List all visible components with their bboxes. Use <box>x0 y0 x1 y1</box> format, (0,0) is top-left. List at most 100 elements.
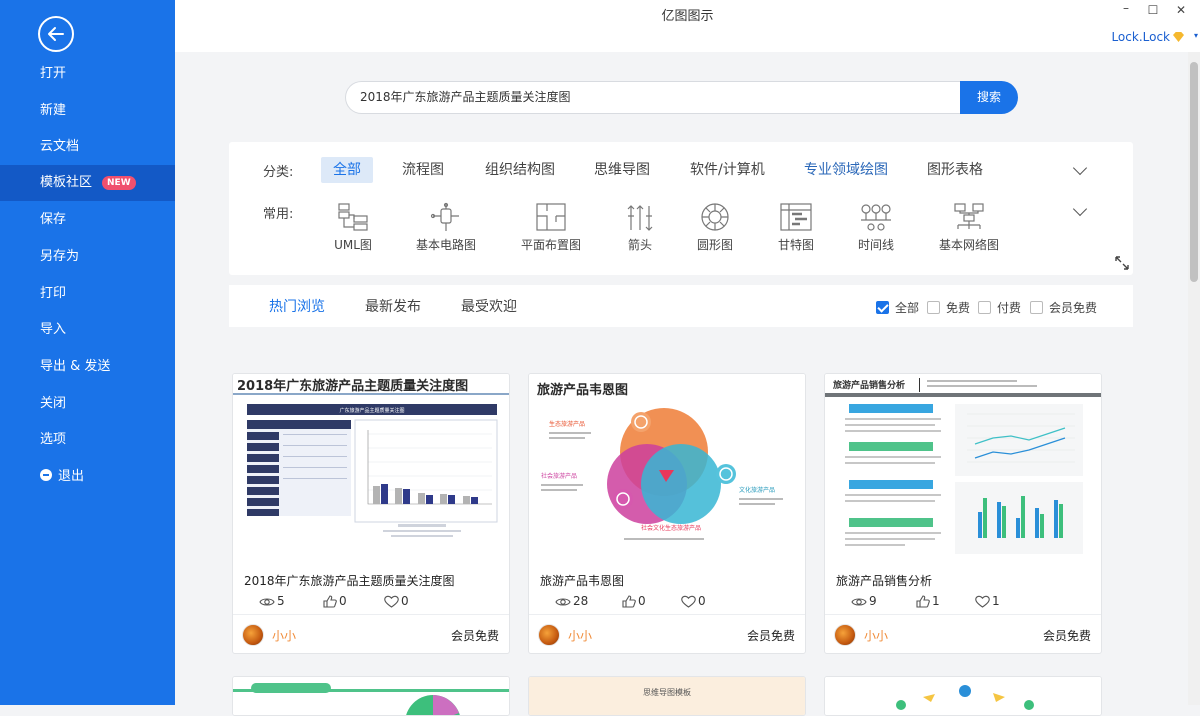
filter-label: 付费 <box>997 301 1022 315</box>
sidebar-item-template-community[interactable]: 模板社区 NEW <box>0 165 175 201</box>
common-item-uml[interactable]: UML图 <box>308 202 398 253</box>
template-card[interactable]: 旅游产品销售分析 旅游产品销售分析 9 1 1 小小 会员免费 <box>824 373 1102 654</box>
search-input[interactable]: 2018年广东旅游产品主题质量关注度图 <box>345 81 960 114</box>
common-item-circle-chart[interactable]: 圆形图 <box>670 202 760 253</box>
author-name[interactable]: 小小 <box>568 627 592 644</box>
tab-favorite[interactable]: 最受欢迎 <box>461 296 517 316</box>
sidebar-item-label: 关闭 <box>40 396 67 411</box>
arrow-left-icon <box>48 27 64 41</box>
chevron-down-icon[interactable] <box>1072 160 1088 176</box>
search-button[interactable]: 搜索 <box>960 81 1018 114</box>
common-item-label: 基本电路图 <box>415 238 476 252</box>
circle-chart-icon <box>701 203 729 231</box>
tab-graphic-table[interactable]: 图形表格 <box>927 157 983 183</box>
filter-paid[interactable]: 付费 <box>978 299 1021 316</box>
favorites[interactable]: 1 <box>975 594 1000 608</box>
caret-down-icon[interactable]: ▾ <box>1194 31 1198 40</box>
template-card[interactable] <box>824 676 1102 716</box>
favorites[interactable]: 0 <box>681 594 706 608</box>
close-icon[interactable]: ✕ <box>1173 3 1189 17</box>
template-thumbnail[interactable]: 旅游产品销售分析 <box>825 374 1101 566</box>
thumbnail-title: 旅游产品韦恩图 <box>537 382 628 398</box>
sidebar-item-exit[interactable]: 退出 <box>0 459 175 495</box>
card-title[interactable]: 2018年广东旅游产品主题质量关注度图 <box>244 572 455 589</box>
title-bar: 亿图图示 – ☐ ✕ Lock.Lock ▾ <box>175 0 1200 52</box>
card-title[interactable]: 旅游产品销售分析 <box>836 572 932 589</box>
card-title[interactable]: 旅游产品韦恩图 <box>540 572 624 589</box>
sidebar-item-label: 模板社区 <box>40 175 93 190</box>
template-thumbnail[interactable]: 2018年广东旅游产品主题质量关注度图 广东旅游产品主题质量关注图 <box>233 374 509 566</box>
common-item-network[interactable]: 基本网络图 <box>924 202 1014 253</box>
author-name[interactable]: 小小 <box>272 627 296 644</box>
common-item-floor-plan[interactable]: 平面布置图 <box>506 202 596 253</box>
card-stats: 5 0 0 <box>259 594 499 610</box>
user-account[interactable]: Lock.Lock <box>1111 30 1184 44</box>
category-panel: 分类: 全部 流程图 组织结构图 思维导图 软件/计算机 专业领域绘图 图形表格… <box>229 142 1133 275</box>
sidebar-item-options[interactable]: 选项 <box>0 422 175 458</box>
sidebar-item-save[interactable]: 保存 <box>0 202 175 238</box>
common-label: 常用: <box>263 207 294 222</box>
checkbox-checked-icon <box>876 301 889 314</box>
tab-org-chart[interactable]: 组织结构图 <box>485 157 555 183</box>
likes[interactable]: 1 <box>916 594 940 608</box>
sidebar-item-export-send[interactable]: 导出 & 发送 <box>0 349 175 385</box>
minimize-icon[interactable]: – <box>1118 1 1134 15</box>
thumbnail-title: 思维导图模板 <box>643 687 691 697</box>
maximize-icon[interactable]: ☐ <box>1145 3 1161 17</box>
template-card[interactable]: 2018年广东旅游产品主题质量关注度图 广东旅游产品主题质量关注图 2018年广… <box>232 373 510 654</box>
sidebar-item-label: 打印 <box>40 286 67 301</box>
tab-all[interactable]: 全部 <box>321 157 373 183</box>
filter-all[interactable]: 全部 <box>876 299 919 316</box>
eye-icon <box>851 598 867 606</box>
author-name[interactable]: 小小 <box>864 627 888 644</box>
sidebar-item-cloud-docs[interactable]: 云文档 <box>0 129 175 165</box>
like-count: 0 <box>339 594 347 608</box>
tab-popular[interactable]: 热门浏览 <box>269 296 325 316</box>
sidebar-item-print[interactable]: 打印 <box>0 276 175 312</box>
likes[interactable]: 0 <box>323 594 347 608</box>
expand-icon[interactable] <box>1115 256 1129 270</box>
template-thumbnail[interactable]: 旅游产品韦恩图 生态旅游产品 社会旅游产品 文化旅游产品 社会文化生态旅游产品 <box>529 374 805 566</box>
template-card[interactable]: 思维导图模板 <box>528 676 806 716</box>
scrollbar[interactable] <box>1188 52 1200 705</box>
sidebar-item-import[interactable]: 导入 <box>0 312 175 348</box>
back-button[interactable] <box>38 16 74 52</box>
thumbnail-subtitle: 广东旅游产品主题质量关注图 <box>339 407 404 414</box>
sidebar-item-label: 打开 <box>40 66 67 81</box>
sidebar-item-close[interactable]: 关闭 <box>0 386 175 422</box>
filter-label: 会员免费 <box>1049 301 1098 315</box>
common-item-circuit[interactable]: 基本电路图 <box>401 202 491 253</box>
sidebar-item-label: 云文档 <box>40 139 80 154</box>
like-count: 0 <box>638 594 646 608</box>
chevron-down-icon[interactable] <box>1072 201 1088 217</box>
avatar[interactable] <box>834 624 856 646</box>
common-item-label: 时间线 <box>857 238 894 252</box>
tab-flowchart[interactable]: 流程图 <box>402 157 444 183</box>
checkbox-icon <box>927 301 940 314</box>
sidebar-item-save-as[interactable]: 另存为 <box>0 239 175 275</box>
tab-latest[interactable]: 最新发布 <box>365 296 421 316</box>
views: 28 <box>555 594 588 608</box>
likes[interactable]: 0 <box>622 594 646 608</box>
thumbs-up-icon <box>916 595 930 608</box>
thumbnail-image <box>233 677 509 715</box>
sidebar-item-new[interactable]: 新建 <box>0 93 175 129</box>
venn-label: 文化旅游产品 <box>739 486 775 494</box>
avatar[interactable] <box>538 624 560 646</box>
venn-label: 社会文化生态旅游产品 <box>641 524 701 532</box>
favorites[interactable]: 0 <box>384 594 409 608</box>
sidebar-item-label: 另存为 <box>40 249 80 264</box>
tab-professional[interactable]: 专业领域绘图 <box>804 157 888 183</box>
template-card[interactable]: 旅游产品韦恩图 生态旅游产品 社会旅游产品 文化旅游产品 社会文化生态旅游产品 … <box>528 373 806 654</box>
common-item-gantt[interactable]: 甘特图 <box>751 202 841 253</box>
tab-software[interactable]: 软件/计算机 <box>690 157 765 183</box>
tab-mind-map[interactable]: 思维导图 <box>594 157 650 183</box>
venn-label: 生态旅游产品 <box>549 420 585 428</box>
filter-free[interactable]: 免费 <box>927 299 970 316</box>
avatar[interactable] <box>242 624 264 646</box>
scrollbar-thumb[interactable] <box>1190 62 1198 282</box>
filter-member-free[interactable]: 会员免费 <box>1030 299 1097 316</box>
template-card[interactable] <box>232 676 510 716</box>
common-item-timeline[interactable]: 时间线 <box>831 202 921 253</box>
sidebar-item-open[interactable]: 打开 <box>0 56 175 92</box>
